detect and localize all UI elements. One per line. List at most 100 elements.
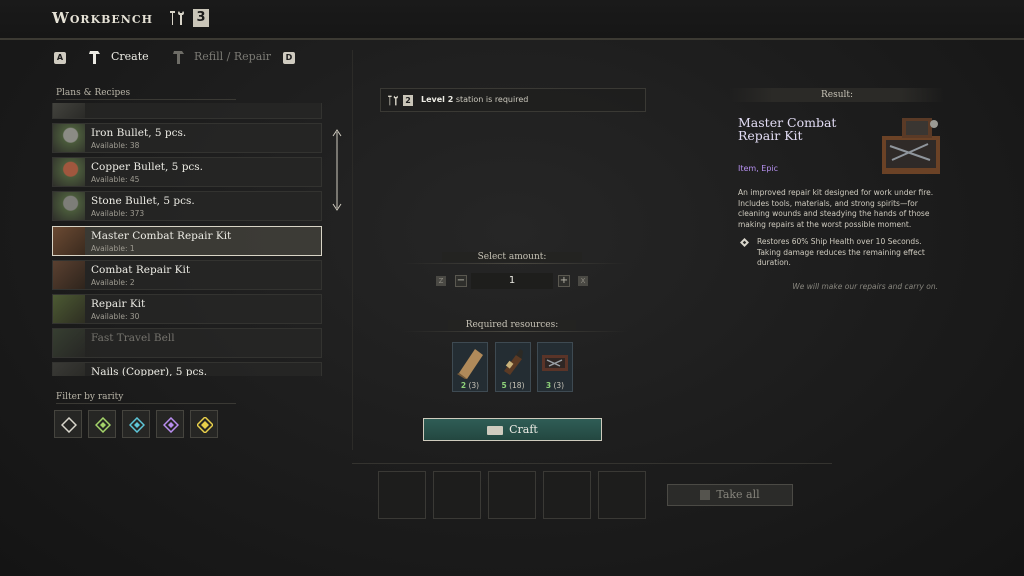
- take-all-button[interactable]: Take all: [667, 484, 793, 506]
- recipe-available: Available: 373: [91, 209, 145, 218]
- station-requirement: 2 Level 2 station is required: [380, 88, 646, 112]
- filter-common[interactable]: [54, 410, 82, 438]
- recipe-available: Available: 30: [91, 312, 140, 321]
- recipes-section-label: Plans & Recipes: [56, 88, 236, 100]
- output-slot[interactable]: [378, 471, 426, 519]
- output-slot[interactable]: [543, 471, 591, 519]
- recipe-row[interactable]: Combat Repair Kit Available: 2: [52, 260, 322, 290]
- scrollbar[interactable]: [331, 128, 343, 212]
- resource-total: (18): [509, 381, 525, 390]
- amount-rule: [402, 263, 628, 264]
- bottle-icon: [504, 349, 523, 375]
- result-item-name: Master Combat Repair Kit: [738, 115, 837, 143]
- filter-epic[interactable]: [156, 410, 184, 438]
- resource-have: 5: [501, 381, 507, 390]
- uncommon-rarity-icon: [95, 417, 111, 433]
- bottom-divider: [352, 463, 832, 464]
- spacebar-key-icon: [487, 425, 504, 435]
- increase-button[interactable]: +: [558, 275, 570, 287]
- recipe-row[interactable]: Repair Kit Available: 30: [52, 294, 322, 324]
- amount-value[interactable]: 1: [471, 273, 553, 289]
- filter-legendary[interactable]: [190, 410, 218, 438]
- result-description: An improved repair kit designed for work…: [738, 188, 934, 229]
- next-tab-key[interactable]: D: [283, 52, 295, 64]
- result-item-type: Item, Epic: [738, 164, 779, 173]
- required-resources-label: Required resources:: [448, 320, 576, 330]
- output-slot[interactable]: [433, 471, 481, 519]
- wood-plank-icon: [457, 349, 483, 379]
- nails-icon: [53, 363, 85, 376]
- window-title: Workbench: [52, 9, 154, 27]
- resource-count: 2 (3): [453, 381, 487, 390]
- recipe-row[interactable]: Copper Bullet, 5 pcs. Available: 45: [52, 157, 322, 187]
- master-repair-kit-icon: [882, 118, 940, 174]
- recipe-name: Repair Kit: [91, 298, 146, 310]
- output-slot[interactable]: [598, 471, 646, 519]
- recipe-name: Stone Bullet, 5 pcs.: [91, 195, 195, 207]
- header-bar: Workbench 3: [0, 0, 1024, 40]
- hammer-wrench-icon: [170, 11, 184, 25]
- tab-create[interactable]: Create: [111, 50, 149, 63]
- epic-rarity-icon: [163, 417, 179, 433]
- required-level-badge: 2: [403, 95, 413, 106]
- decrease-key: Z: [436, 276, 446, 286]
- recipe-name: Iron Bullet, 5 pcs.: [91, 127, 187, 139]
- decrease-button[interactable]: −: [455, 275, 467, 287]
- recipe-name: Nails (Copper), 5 pcs.: [91, 366, 208, 376]
- resource-count: 3 (3): [538, 381, 572, 390]
- rare-rarity-icon: [129, 417, 145, 433]
- resource-slot[interactable]: 2 (3): [452, 342, 488, 392]
- take-all-label: Take all: [716, 488, 760, 501]
- station-requirement-text: Level 2 station is required: [421, 95, 528, 104]
- recipe-row-partial: [52, 103, 322, 119]
- filter-section-label: Filter by rarity: [56, 392, 236, 404]
- repair-hammer-icon: [173, 51, 184, 64]
- resource-total: (3): [468, 381, 480, 390]
- recipe-list[interactable]: Iron Bullet, 5 pcs. Available: 38 Copper…: [52, 103, 324, 376]
- recipe-row[interactable]: Iron Bullet, 5 pcs. Available: 38: [52, 123, 322, 153]
- recipe-available: Available: 38: [91, 141, 140, 150]
- station-level-text: Level 2: [421, 95, 454, 104]
- recipe-row[interactable]: Nails (Copper), 5 pcs.: [52, 362, 322, 376]
- common-rarity-icon: [61, 417, 77, 433]
- resource-slot[interactable]: 3 (3): [537, 342, 573, 392]
- resource-total: (3): [553, 381, 565, 390]
- tool-case-icon: [542, 355, 568, 371]
- hammer-wrench-icon: [388, 95, 398, 106]
- recipe-name: Master Combat Repair Kit: [91, 230, 232, 242]
- repair-kit-icon: [53, 295, 85, 323]
- craft-label: Craft: [509, 423, 538, 436]
- combat-repair-kit-icon: [53, 261, 85, 289]
- station-level-badge: 3: [193, 9, 209, 27]
- result-flavor-text: We will make our repairs and carry on.: [792, 282, 938, 291]
- legendary-rarity-icon: [197, 417, 213, 433]
- recipe-available: Available: 45: [91, 175, 140, 184]
- select-amount-label: Select amount:: [442, 252, 582, 262]
- recipe-row-disabled[interactable]: Fast Travel Bell: [52, 328, 322, 358]
- craft-button[interactable]: Craft: [423, 418, 602, 441]
- recipe-name: Combat Repair Kit: [91, 264, 191, 276]
- resource-have: 2: [460, 381, 467, 390]
- resource-slot[interactable]: 5 (18): [495, 342, 531, 392]
- tab-refill-repair[interactable]: Refill / Repair: [194, 50, 271, 63]
- filter-rare[interactable]: [122, 410, 150, 438]
- resources-rule: [402, 331, 628, 332]
- filter-uncommon[interactable]: [88, 410, 116, 438]
- recipe-name: Copper Bullet, 5 pcs.: [91, 161, 204, 173]
- stone-bullets-icon: [53, 192, 85, 220]
- take-all-key: [700, 490, 711, 500]
- effect-bullet-icon: [740, 238, 749, 247]
- panel-divider: [352, 50, 353, 450]
- recipe-available: Available: 1: [91, 244, 135, 253]
- resource-have: 3: [545, 381, 552, 390]
- recipe-name: Fast Travel Bell: [91, 332, 175, 344]
- copper-bullets-icon: [53, 158, 85, 186]
- prev-tab-key[interactable]: A: [54, 52, 66, 64]
- partial-item-icon: [53, 103, 85, 118]
- station-suffix-text: station is required: [455, 95, 529, 104]
- output-slot[interactable]: [488, 471, 536, 519]
- result-effect: Restores 60% Ship Health over 10 Seconds…: [757, 237, 925, 267]
- recipe-row[interactable]: Stone Bullet, 5 pcs. Available: 373: [52, 191, 322, 221]
- recipe-row-selected[interactable]: Master Combat Repair Kit Available: 1: [52, 226, 322, 256]
- bell-icon: [53, 329, 85, 357]
